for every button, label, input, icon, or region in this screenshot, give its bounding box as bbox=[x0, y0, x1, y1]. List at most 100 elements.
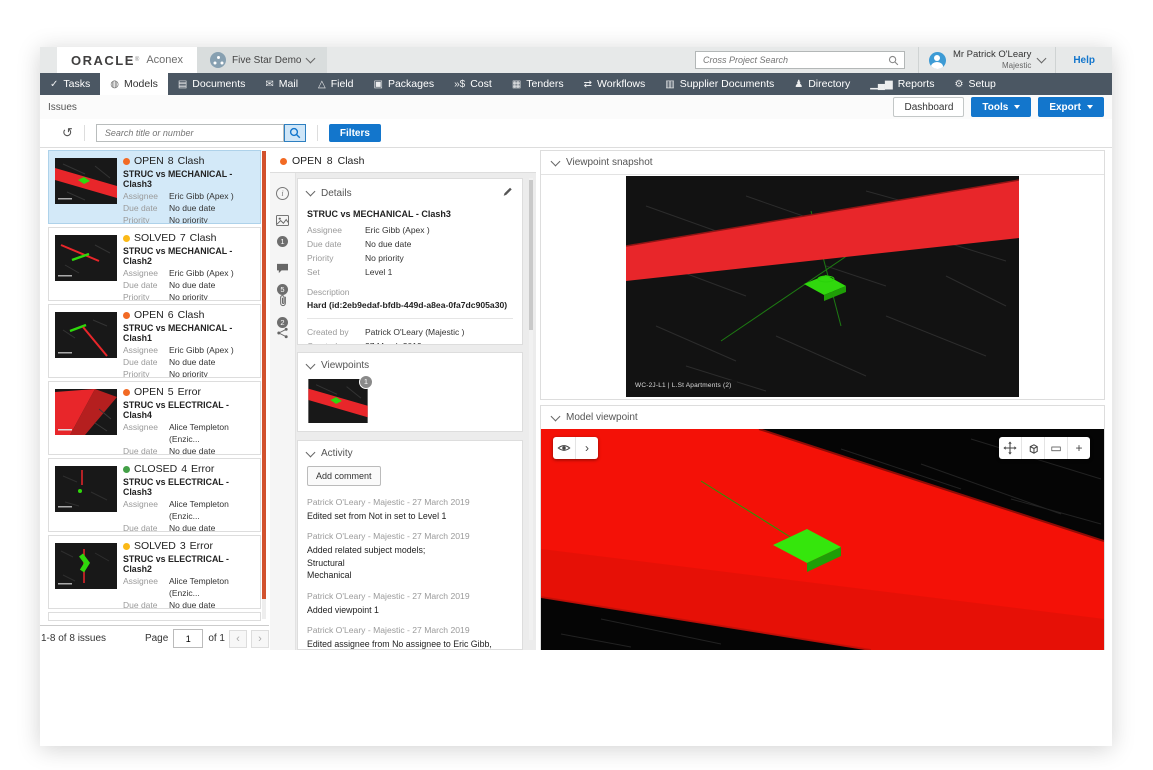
user-menu[interactable]: Mr Patrick O'Leary Majestic bbox=[917, 47, 1055, 73]
tab-setup[interactable]: ⚙ Setup bbox=[944, 73, 1005, 95]
main-nav: ✓ Tasks ◍ Models ▤ Documents ✉ Mail △ Field ▣… bbox=[40, 73, 1112, 95]
help-link[interactable]: Help bbox=[1055, 47, 1112, 73]
export-button[interactable]: Export bbox=[1038, 97, 1104, 117]
expand-toolbar-button[interactable]: › bbox=[575, 437, 598, 459]
created-on-value: 27 March 2019 bbox=[365, 339, 422, 344]
detail-icon-rail: i 1 5 2 bbox=[270, 173, 296, 650]
issue-card[interactable]: OPEN 6 Clash STRUC vs MECHANICAL - Clash1 … bbox=[48, 304, 261, 378]
issue-card[interactable]: OPEN 5 Error STRUC vs ELECTRICAL - Clash4 … bbox=[48, 381, 261, 455]
tab-supplier-documents[interactable]: ▥ Supplier Documents bbox=[655, 73, 784, 95]
viewport-tools: ▭ + bbox=[999, 437, 1090, 459]
snapshot-image: WC-2J-L1 | L.St Apartments (2) bbox=[625, 176, 1020, 397]
directory-icon: ♟ bbox=[794, 78, 804, 90]
status-dot bbox=[123, 157, 130, 165]
collapse-icon[interactable] bbox=[305, 186, 316, 197]
viewpoint-number-badge: 1 bbox=[359, 375, 373, 389]
model-3d-viewport[interactable]: › ▭ + bbox=[541, 429, 1104, 650]
image-icon bbox=[276, 215, 289, 226]
divider bbox=[83, 125, 85, 141]
zoom-in-icon[interactable]: + bbox=[1067, 437, 1090, 459]
tab-tenders[interactable]: ▦ Tenders bbox=[502, 73, 574, 95]
tools-button[interactable]: Tools bbox=[971, 97, 1032, 117]
issue-card[interactable]: OPEN 8 Clash STRUC vs MECHANICAL - Clash3 … bbox=[48, 150, 261, 224]
eye-button[interactable] bbox=[553, 437, 575, 459]
next-page-button[interactable]: › bbox=[251, 629, 269, 648]
collapse-icon[interactable] bbox=[550, 156, 561, 166]
page-header-row: Issues Dashboard Tools Export bbox=[40, 95, 1112, 120]
tab-tasks[interactable]: ✓ Tasks bbox=[40, 73, 100, 95]
cross-project-search-input[interactable] bbox=[700, 54, 888, 66]
cross-project-search[interactable] bbox=[694, 51, 905, 69]
page-input[interactable] bbox=[173, 629, 204, 648]
attachments-tab[interactable]: 2 bbox=[270, 294, 295, 330]
collapse-icon[interactable] bbox=[305, 359, 316, 369]
model-viewpoint-panel: Model viewpoint › ▭ + bbox=[540, 405, 1105, 650]
detail-assignee: Eric Gibb (Apex ) bbox=[365, 225, 430, 235]
tab-cost[interactable]: »$ Cost bbox=[444, 73, 502, 95]
issue-search-input[interactable] bbox=[102, 127, 277, 139]
tab-models[interactable]: ◍ Models bbox=[100, 73, 168, 95]
measure-icon[interactable]: ▭ bbox=[1044, 437, 1067, 459]
supplier-documents-icon: ▥ bbox=[665, 78, 675, 90]
tab-mail[interactable]: ✉ Mail bbox=[255, 73, 308, 95]
search-button[interactable] bbox=[283, 124, 306, 142]
add-comment-button[interactable]: Add comment bbox=[307, 466, 381, 486]
workflows-icon: ⇄ bbox=[583, 78, 593, 90]
list-toolbar: ↻ Filters bbox=[40, 119, 1112, 148]
comments-tab[interactable]: 5 bbox=[270, 261, 295, 297]
activity-meta: Patrick O'Leary - Majestic - 27 March 20… bbox=[307, 497, 470, 507]
section-box-icon[interactable] bbox=[1021, 437, 1044, 459]
viewpoint-thumbnail[interactable]: 1 bbox=[307, 375, 373, 423]
dashboard-button[interactable]: Dashboard bbox=[893, 97, 965, 117]
detail-set: Level 1 bbox=[365, 267, 393, 278]
tab-workflows[interactable]: ⇄ Workflows bbox=[574, 73, 656, 95]
list-pagination: 1-8 of 8 issues Page of 1 ‹ › bbox=[40, 625, 269, 651]
issue-list: OPEN 8 Clash STRUC vs MECHANICAL - Clash3 … bbox=[48, 150, 261, 621]
related-models-tab[interactable] bbox=[270, 326, 295, 344]
tab-field[interactable]: △ Field bbox=[308, 73, 363, 95]
issue-thumbnail bbox=[55, 466, 117, 512]
page-of: of 1 bbox=[208, 633, 225, 644]
eye-icon bbox=[557, 445, 571, 451]
collapse-icon[interactable] bbox=[550, 411, 561, 421]
search-icon[interactable] bbox=[888, 55, 899, 66]
viewpoints-tab[interactable]: 1 bbox=[270, 213, 295, 249]
collapse-icon[interactable] bbox=[305, 447, 316, 457]
refresh-icon[interactable]: ↻ bbox=[62, 125, 73, 141]
issue-card[interactable] bbox=[48, 612, 261, 621]
reports-icon: ▁▄▆ bbox=[870, 78, 893, 90]
issue-card[interactable]: SOLVED 3 Error STRUC vs ELECTRICAL - Clash… bbox=[48, 535, 261, 609]
issue-list-scrollbar[interactable] bbox=[262, 151, 266, 619]
description-value: Hard (id:2eb9edaf-bfdb-449d-a8ea-0fa7dc9… bbox=[307, 300, 508, 311]
issue-search[interactable] bbox=[95, 124, 284, 142]
project-selector[interactable]: Five Star Demo bbox=[197, 47, 328, 73]
issue-title: STRUC vs MECHANICAL - Clash3 bbox=[307, 209, 451, 219]
pan-icon[interactable] bbox=[999, 437, 1021, 459]
issue-card[interactable]: CLOSED 4 Error STRUC vs ELECTRICAL - Clash… bbox=[48, 458, 261, 532]
tab-directory[interactable]: ♟ Directory bbox=[784, 73, 860, 95]
user-organization: Majestic bbox=[1001, 60, 1032, 70]
detail-scrollbar[interactable] bbox=[529, 178, 533, 640]
activity-entry: Patrick O'Leary - Majestic - 27 March 20… bbox=[307, 531, 513, 581]
filters-button[interactable]: Filters bbox=[328, 124, 381, 142]
status-dot bbox=[123, 465, 130, 473]
tab-documents[interactable]: ▤ Documents bbox=[168, 73, 256, 95]
models-icon: ◍ bbox=[110, 78, 119, 90]
scrollbar-thumb[interactable] bbox=[529, 180, 533, 330]
scrollbar-thumb[interactable] bbox=[262, 151, 266, 599]
edit-icon[interactable] bbox=[502, 186, 513, 200]
caret-down-icon bbox=[1014, 105, 1021, 109]
issue-thumbnail bbox=[55, 312, 117, 358]
viewpoint-snapshot-title: Viewpoint snapshot bbox=[566, 157, 653, 168]
prev-page-button[interactable]: ‹ bbox=[229, 629, 247, 648]
issue-card[interactable]: SOLVED 7 Clash STRUC vs MECHANICAL - Clash… bbox=[48, 227, 261, 301]
tab-reports[interactable]: ▁▄▆ Reports bbox=[860, 73, 944, 95]
tab-packages[interactable]: ▣ Packages bbox=[364, 73, 445, 95]
activity-entry: Patrick O'Leary - Majestic - 27 March 20… bbox=[307, 591, 513, 616]
info-icon: i bbox=[276, 187, 289, 200]
project-icon bbox=[210, 52, 227, 68]
details-tab-icon[interactable]: i bbox=[270, 183, 295, 201]
activity-text: Added related subject models; bbox=[307, 545, 426, 556]
user-name: Mr Patrick O'Leary bbox=[952, 48, 1032, 60]
page-title: Issues bbox=[48, 101, 77, 113]
